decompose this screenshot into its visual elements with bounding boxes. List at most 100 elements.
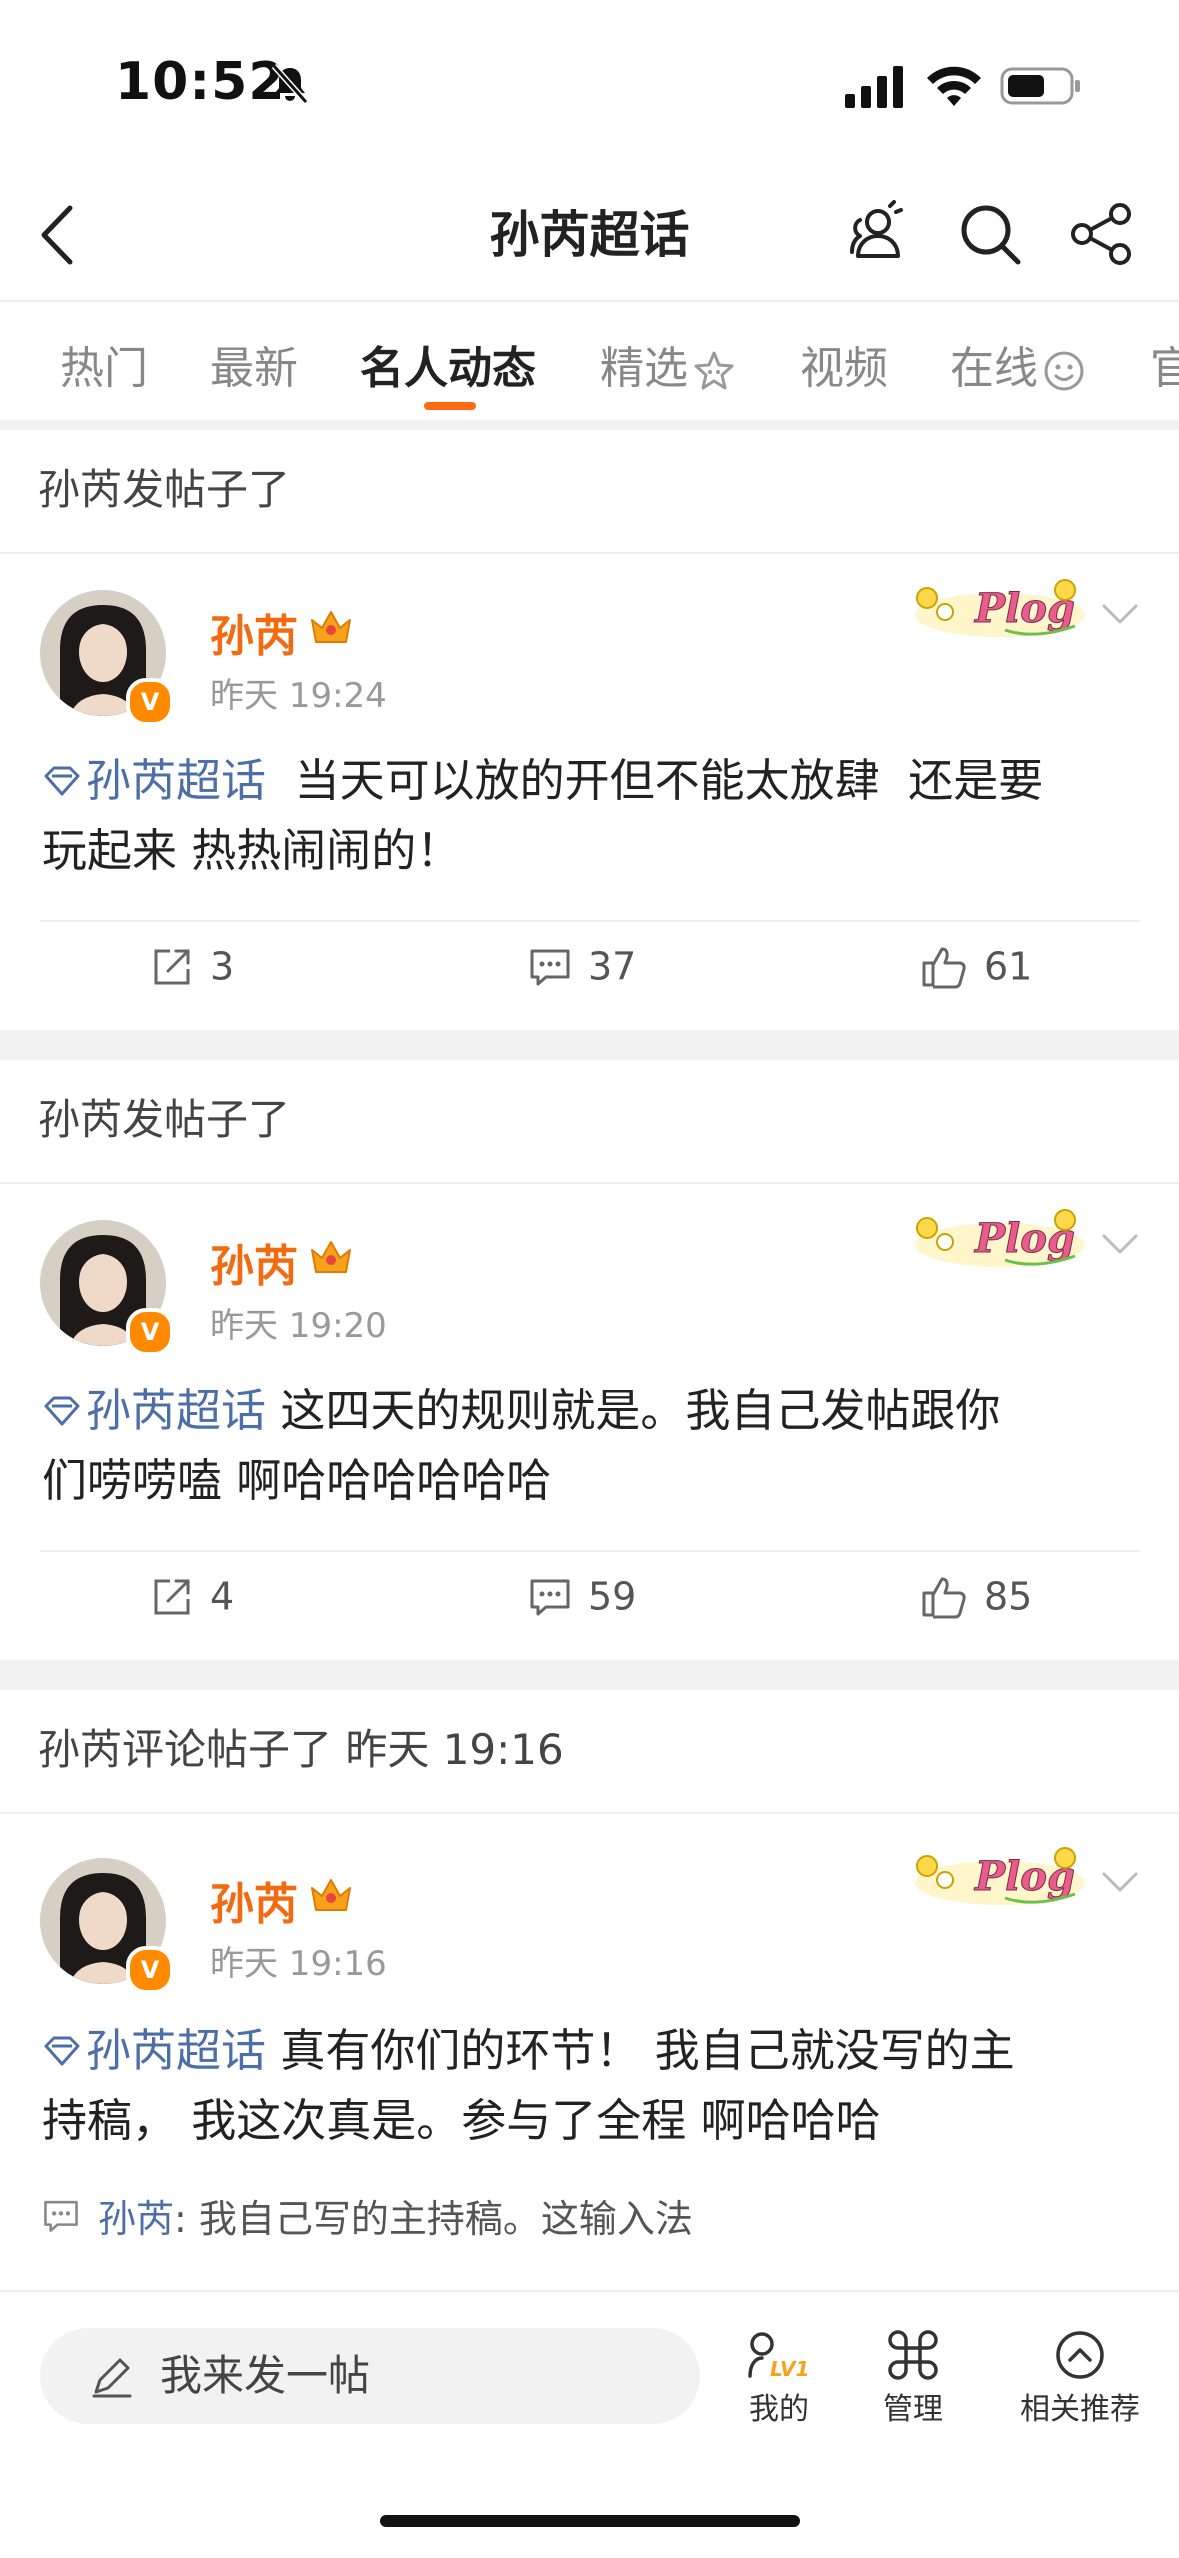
post-activity-header: 孙芮评论帖子了 昨天 19:16 bbox=[38, 1725, 564, 1774]
diamond-topic-icon bbox=[44, 766, 80, 796]
like-button[interactable]: 85 bbox=[920, 1572, 1032, 1619]
post-time: 昨天 19:24 bbox=[210, 676, 387, 716]
manage-button[interactable]: 管理 bbox=[848, 2328, 978, 2428]
author-name[interactable]: 孙芮 bbox=[210, 600, 298, 664]
section-separator bbox=[0, 1030, 1179, 1060]
like-button[interactable]: 61 bbox=[920, 942, 1032, 989]
crown-icon bbox=[311, 1241, 351, 1273]
post-content[interactable]: 孙芮超话 真有你们的环节！ 我自己就没写的主 持稿， 我这次真是。参与了全程 啊… bbox=[42, 2016, 1142, 2156]
comment-text: : 我自己写的主持稿。这输入法 bbox=[174, 2197, 693, 2241]
verified-badge: V bbox=[126, 1946, 174, 1994]
search-icon[interactable] bbox=[952, 196, 1028, 272]
smile-face-icon bbox=[1044, 351, 1084, 391]
post-line-1: 孙芮超话 这四天的规则就是。我自己发帖跟你 bbox=[42, 1376, 1142, 1446]
topic-link[interactable]: 孙芮超话 bbox=[42, 754, 266, 807]
topic-link[interactable]: 孙芮超话 bbox=[42, 1384, 266, 1437]
post-time: 昨天 19:16 bbox=[210, 1944, 387, 1984]
like-count: 61 bbox=[984, 944, 1033, 989]
related-recommend-label: 相关推荐 bbox=[1020, 2392, 1140, 2427]
tab-latest[interactable]: 最新 bbox=[210, 332, 298, 396]
post-card[interactable]: 孙芮评论帖子了 昨天 19:16 V 孙芮 昨天 19:16 Plog 孙芮超话… bbox=[0, 1690, 1179, 2290]
divider bbox=[0, 1182, 1179, 1184]
battery-icon bbox=[1000, 67, 1080, 105]
tab-video[interactable]: 视频 bbox=[800, 332, 888, 396]
status-bar: 10:52 bbox=[0, 0, 1179, 170]
like-count: 85 bbox=[984, 1574, 1033, 1619]
repost-button[interactable]: 3 bbox=[150, 942, 234, 989]
comment-button[interactable]: 59 bbox=[528, 1572, 636, 1619]
verified-badge: V bbox=[126, 678, 174, 726]
post-text: 这四天的规则就是。我自己发帖跟你 bbox=[266, 1384, 1001, 1437]
plog-sticker-icon: Plog bbox=[915, 1847, 1085, 1905]
divider bbox=[0, 552, 1179, 554]
tab-celebrity-updates[interactable]: 名人动态 bbox=[360, 332, 536, 396]
chevron-down-icon[interactable] bbox=[1100, 1868, 1140, 1896]
chevron-down-icon[interactable] bbox=[1100, 600, 1140, 628]
my-button[interactable]: LV1 我的 bbox=[714, 2328, 844, 2428]
related-recommend-button[interactable]: 相关推荐 bbox=[1005, 2328, 1155, 2428]
tab-official[interactable]: 官 bbox=[1150, 332, 1179, 396]
post-card[interactable]: 孙芮发帖子了 V 孙芮 昨天 19:20 Plog 孙芮超话 这四天的规则就是。… bbox=[0, 1060, 1179, 1660]
tab-bar: 热门 最新 名人动态 精选 视频 在线 官 bbox=[0, 300, 1179, 422]
crown-icon bbox=[311, 1879, 351, 1911]
crown-icon bbox=[311, 611, 351, 643]
user-level-icon: LV1 bbox=[748, 2332, 809, 2381]
topic-link[interactable]: 孙芮超话 bbox=[42, 2024, 266, 2077]
repost-icon bbox=[154, 949, 190, 984]
comment-preview[interactable]: 孙芮: 我自己写的主持稿。这输入法 bbox=[42, 2188, 693, 2243]
repost-button[interactable]: 4 bbox=[150, 1572, 234, 1619]
comment-icon bbox=[44, 2200, 78, 2232]
comment-icon bbox=[530, 949, 570, 985]
bell-muted-icon bbox=[271, 64, 309, 104]
level-badge-text: LV1 bbox=[770, 2357, 809, 2381]
post-content[interactable]: 孙芮超话 这四天的规则就是。我自己发帖跟你 们唠唠嗑 啊哈哈哈哈哈哈 bbox=[42, 1376, 1142, 1516]
home-indicator bbox=[380, 2515, 800, 2527]
post-time: 昨天 19:20 bbox=[210, 1306, 387, 1346]
plog-sticker-icon: Plog bbox=[915, 579, 1085, 637]
chevron-up-circle-icon bbox=[1056, 2331, 1104, 2379]
repost-icon bbox=[154, 1579, 190, 1614]
pencil-icon bbox=[92, 2358, 132, 2398]
post-content[interactable]: 孙芮超话 当天可以放的开但不能太放肆 还是要 玩起来 热热闹闹的！ bbox=[42, 746, 1142, 886]
compose-post-input[interactable]: 我来发一帖 bbox=[40, 2328, 700, 2424]
diamond-topic-icon bbox=[44, 1396, 80, 1426]
status-time: 10:52 bbox=[115, 52, 286, 112]
author-name[interactable]: 孙芮 bbox=[210, 1868, 298, 1932]
section-separator bbox=[0, 1660, 1179, 1690]
tab-active-indicator bbox=[424, 402, 476, 410]
divider bbox=[40, 1550, 1140, 1552]
tab-featured-label: 精选 bbox=[600, 343, 688, 394]
tab-featured[interactable]: 精选 bbox=[600, 332, 736, 396]
author-name[interactable]: 孙芮 bbox=[210, 1230, 298, 1294]
members-icon[interactable] bbox=[838, 196, 914, 272]
verified-badge: V bbox=[126, 1308, 174, 1356]
plog-sticker-icon: Plog bbox=[915, 1209, 1085, 1267]
comment-button[interactable]: 37 bbox=[528, 942, 636, 989]
post-line-2: 持稿， 我这次真是。参与了全程 啊哈哈哈 bbox=[42, 2094, 881, 2147]
post-line-2: 玩起来 热热闹闹的！ bbox=[42, 824, 462, 877]
cellular-signal-icon bbox=[845, 66, 903, 108]
tab-hot[interactable]: 热门 bbox=[60, 332, 148, 396]
comment-icon bbox=[530, 1579, 570, 1615]
wifi-icon bbox=[927, 66, 981, 106]
manage-label: 管理 bbox=[883, 2392, 943, 2427]
thumbs-up-icon bbox=[922, 1577, 966, 1618]
repost-count: 3 bbox=[210, 944, 235, 989]
my-label: 我的 bbox=[749, 2392, 809, 2427]
share-icon[interactable] bbox=[1064, 196, 1140, 272]
comment-count: 37 bbox=[588, 944, 637, 989]
thumbs-up-icon bbox=[922, 947, 966, 988]
post-card[interactable]: 孙芮发帖子了 V 孙芮 昨天 19:24 Plog 孙芮超话 当天可以放的开但不… bbox=[0, 430, 1179, 1030]
chevron-down-icon[interactable] bbox=[1100, 1230, 1140, 1258]
compose-placeholder: 我来发一帖 bbox=[160, 2351, 371, 2400]
comment-author[interactable]: 孙芮 bbox=[98, 2197, 174, 2241]
diamond-topic-icon bbox=[44, 2036, 80, 2066]
post-line-1: 孙芮超话 真有你们的环节！ 我自己就没写的主 bbox=[42, 2016, 1142, 2086]
topic-label: 孙芮超话 bbox=[86, 754, 267, 807]
divider bbox=[0, 1812, 1179, 1814]
tab-online[interactable]: 在线 bbox=[950, 332, 1086, 396]
topic-label: 孙芮超话 bbox=[86, 2024, 267, 2077]
section-separator bbox=[0, 420, 1179, 430]
post-text: 真有你们的环节！ 我自己就没写的主 bbox=[266, 2024, 1015, 2077]
tab-online-label: 在线 bbox=[950, 343, 1038, 394]
